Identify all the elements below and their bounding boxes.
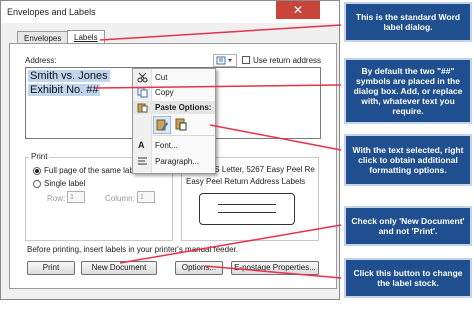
callout-standard-dialog-text: This is the standard Word label dialog. [355,12,461,32]
callout-right-click: With the text selected, right click to o… [344,134,472,186]
arrow-to-new-document [119,224,342,264]
callout-new-document: Check only 'New Document' and not 'Print… [344,206,472,246]
arrow-to-options [204,265,342,279]
callout-label-stock: Click this button to change the label st… [344,258,472,298]
callout-standard-dialog: This is the standard Word label dialog. [344,2,472,42]
arrow-to-context-menu [209,124,342,151]
callout-right-click-text: With the text selected, right click to o… [352,145,464,175]
callout-hash-symbols-text: By default the two "##" symbols are plac… [353,66,463,116]
arrow-to-hash-symbols [94,84,342,89]
arrow-to-labels-tab [99,24,342,41]
callout-hash-symbols: By default the two "##" symbols are plac… [344,58,472,124]
callout-new-document-text: Check only 'New Document' and not 'Print… [351,216,465,236]
callout-label-stock-text: Click this button to change the label st… [353,268,463,288]
